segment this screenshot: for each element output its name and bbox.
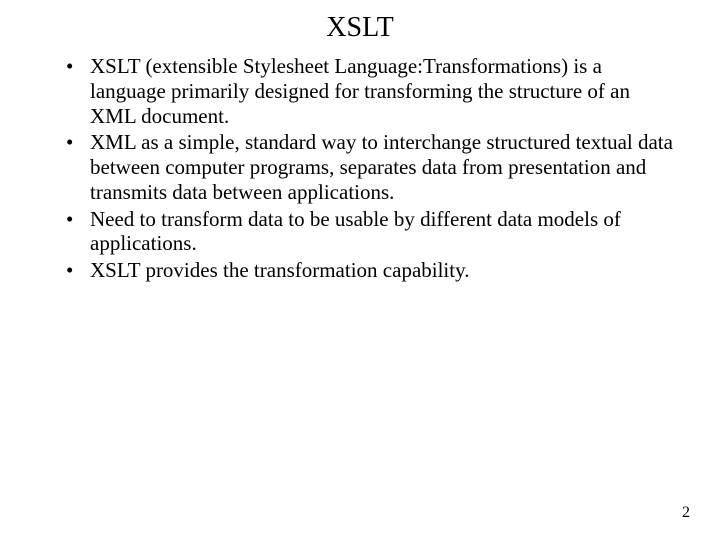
list-item: XSLT provides the transformation capabil… [72, 258, 680, 283]
list-item: XML as a simple, standard way to interch… [72, 130, 680, 204]
slide-title: XSLT [40, 12, 680, 44]
slide: XSLT XSLT (extensible Stylesheet Languag… [0, 0, 720, 540]
page-number: 2 [682, 504, 690, 522]
bullet-list: XSLT (extensible Stylesheet Language:Tra… [40, 54, 680, 283]
list-item: XSLT (extensible Stylesheet Language:Tra… [72, 54, 680, 128]
list-item: Need to transform data to be usable by d… [72, 207, 680, 257]
